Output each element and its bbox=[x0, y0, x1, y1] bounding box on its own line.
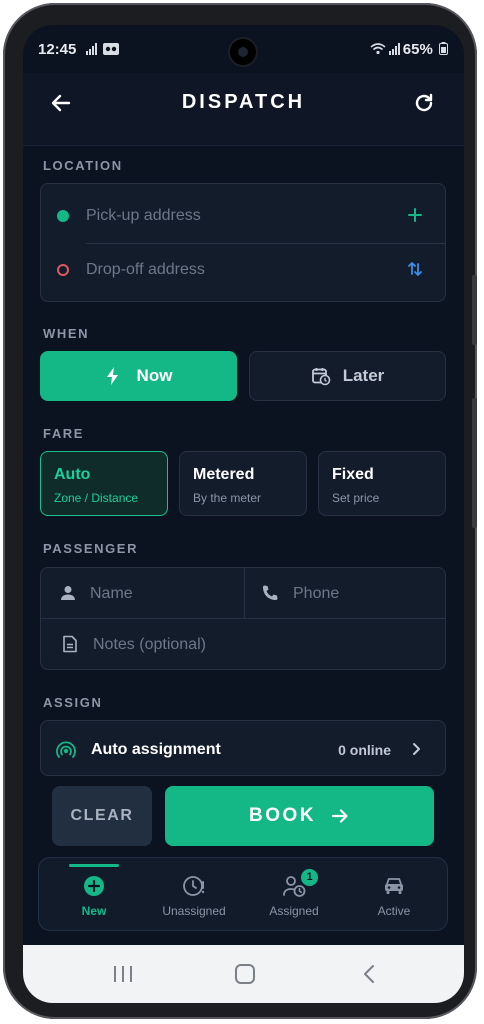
fare-option-auto[interactable]: Auto Zone / Distance bbox=[40, 451, 168, 516]
passenger-divider bbox=[41, 618, 445, 619]
passenger-section-label: PASSENGER bbox=[43, 541, 139, 556]
system-navigation-bar bbox=[23, 945, 464, 1003]
later-button[interactable]: Later bbox=[249, 351, 446, 401]
clock-alert-icon bbox=[183, 876, 205, 896]
nav-item-active[interactable]: Active bbox=[344, 858, 444, 930]
passenger-card: Name Phone Notes (optional) bbox=[40, 567, 446, 670]
pickup-marker-icon bbox=[57, 210, 69, 222]
plus-icon bbox=[408, 208, 422, 222]
fare-option-title: Auto bbox=[54, 466, 91, 483]
nav-item-new[interactable]: New bbox=[44, 858, 144, 930]
dropoff-address-input[interactable]: Drop-off address bbox=[86, 261, 205, 279]
plus-circle-icon bbox=[84, 876, 104, 896]
now-button[interactable]: Now bbox=[40, 351, 237, 401]
nav-label: New bbox=[81, 904, 107, 918]
online-count: 0 online bbox=[338, 742, 391, 758]
nav-item-unassigned[interactable]: Unassigned bbox=[144, 858, 244, 930]
dropoff-marker-icon bbox=[57, 264, 69, 276]
fare-option-subtitle: Zone / Distance bbox=[54, 491, 139, 505]
screen: 12:45 65% DISPATCH LOCATION Pick-up addr… bbox=[23, 25, 464, 1003]
book-label: BOOK bbox=[249, 805, 316, 826]
refresh-button[interactable] bbox=[412, 87, 444, 119]
fare-option-title: Metered bbox=[193, 466, 255, 483]
fare-option-subtitle: By the meter bbox=[193, 491, 262, 505]
signal-icon bbox=[85, 43, 99, 58]
chevron-right-icon bbox=[413, 743, 420, 755]
assignment-mode-label: Auto assignment bbox=[91, 741, 221, 758]
back-nav-icon[interactable] bbox=[362, 964, 376, 984]
status-bar: 12:45 65% bbox=[23, 25, 464, 73]
battery-text: 65% bbox=[402, 41, 433, 58]
arrow-right-icon bbox=[331, 809, 348, 823]
add-stop-button[interactable] bbox=[405, 205, 425, 225]
lightning-icon bbox=[106, 367, 118, 385]
nav-item-assigned[interactable]: 1 Assigned bbox=[244, 858, 344, 930]
assigned-count-badge: 1 bbox=[301, 869, 318, 886]
active-indicator bbox=[69, 864, 119, 867]
cell-signal-icon bbox=[389, 43, 401, 58]
battery-icon bbox=[439, 42, 448, 55]
now-label: Now bbox=[136, 366, 173, 385]
swap-vertical-icon bbox=[408, 262, 422, 276]
broadcast-icon bbox=[56, 741, 76, 758]
pickup-address-input[interactable]: Pick-up address bbox=[86, 207, 201, 225]
volume-button bbox=[472, 275, 477, 345]
nav-label: Active bbox=[377, 904, 411, 918]
swap-addresses-button[interactable] bbox=[405, 259, 425, 279]
bottom-navigation: New Unassigned 1 Assigned Active bbox=[38, 857, 448, 931]
nav-label: Assigned bbox=[269, 904, 319, 918]
fare-option-title: Fixed bbox=[332, 466, 374, 483]
fare-option-subtitle: Set price bbox=[332, 491, 380, 505]
auto-assignment-row[interactable]: Auto assignment 0 online bbox=[40, 720, 446, 776]
passenger-phone-input[interactable]: Phone bbox=[293, 585, 339, 603]
power-button bbox=[472, 398, 477, 528]
refresh-icon bbox=[415, 93, 433, 112]
fare-option-metered[interactable]: Metered By the meter bbox=[179, 451, 307, 516]
status-time: 12:45 bbox=[38, 41, 77, 58]
phone-frame: 12:45 65% DISPATCH LOCATION Pick-up addr… bbox=[3, 3, 477, 1019]
location-divider bbox=[86, 243, 445, 244]
car-icon bbox=[385, 878, 403, 894]
page-title: DISPATCH bbox=[181, 91, 306, 113]
location-section-label: LOCATION bbox=[43, 158, 123, 173]
note-icon bbox=[63, 635, 77, 653]
nav-label: Unassigned bbox=[162, 904, 226, 918]
fare-section-label: FARE bbox=[43, 426, 85, 441]
recent-apps-icon[interactable] bbox=[112, 965, 134, 983]
calendar-clock-icon bbox=[311, 368, 331, 386]
fare-option-fixed[interactable]: Fixed Set price bbox=[318, 451, 446, 516]
passenger-notes-input[interactable]: Notes (optional) bbox=[93, 636, 206, 654]
front-camera bbox=[230, 39, 256, 65]
location-card: Pick-up address Drop-off address bbox=[40, 183, 446, 302]
voicemail-icon bbox=[103, 43, 119, 58]
passenger-name-input[interactable]: Name bbox=[90, 585, 133, 603]
clear-button[interactable]: CLEAR bbox=[52, 786, 152, 846]
phone-icon bbox=[263, 585, 278, 600]
when-section-label: WHEN bbox=[43, 326, 90, 341]
person-icon bbox=[61, 586, 75, 600]
app-header: DISPATCH bbox=[23, 73, 464, 146]
passenger-field-divider bbox=[244, 568, 245, 618]
later-label: Later bbox=[342, 366, 385, 385]
battery-level: 65% bbox=[403, 41, 448, 58]
wifi-icon bbox=[370, 42, 386, 58]
book-button[interactable]: BOOK bbox=[165, 786, 434, 846]
assign-section-label: ASSIGN bbox=[43, 695, 103, 710]
home-icon[interactable] bbox=[234, 963, 256, 985]
